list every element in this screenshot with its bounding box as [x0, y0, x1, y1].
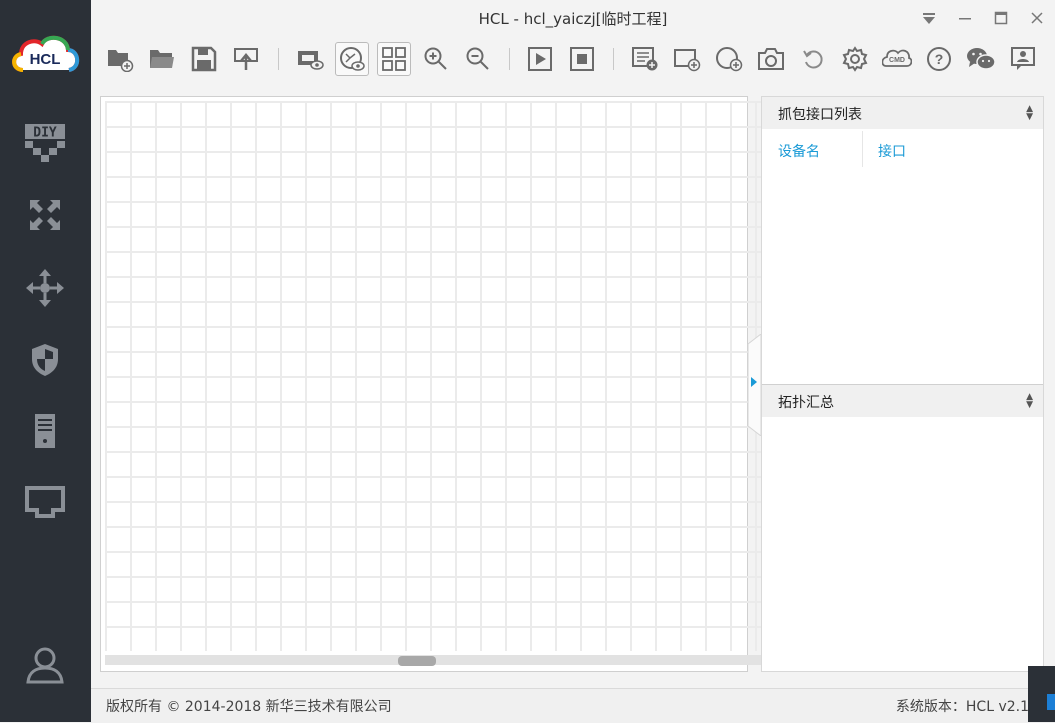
copyright-text: 版权所有 © 2014-2018 新华三技术有限公司	[106, 699, 392, 715]
canvas-grid[interactable]	[105, 101, 833, 651]
panel-collapse-toggle[interactable]	[746, 332, 762, 438]
zoom-out-icon[interactable]	[461, 42, 495, 76]
status-bar: 版权所有 © 2014-2018 新华三技术有限公司 系统版本：HCL v2.1	[91, 688, 1055, 723]
show-topology-icon[interactable]	[335, 42, 369, 76]
help-icon[interactable]: ?	[922, 42, 956, 76]
user-icon[interactable]	[22, 642, 68, 688]
toolbar-separator	[613, 48, 614, 70]
column-device-name[interactable]: 设备名	[778, 141, 820, 161]
save-icon[interactable]	[187, 42, 221, 76]
collapse-arrow-icon[interactable]: ▲ ▼	[1026, 393, 1033, 410]
svg-text:DIY: DIY	[33, 126, 57, 141]
version-text: 系统版本：HCL v2.1	[895, 699, 1029, 715]
topology-summary-title: 拓扑汇总	[778, 395, 834, 411]
zoom-in-icon[interactable]	[419, 42, 453, 76]
open-project-icon[interactable]	[145, 42, 179, 76]
toolbar: CMD ?	[91, 36, 1055, 82]
stop-all-icon[interactable]	[565, 42, 599, 76]
capture-list-icon[interactable]	[628, 42, 662, 76]
firewall-icon[interactable]	[22, 337, 68, 383]
topology-canvas[interactable]	[100, 96, 843, 672]
network-icon[interactable]	[22, 480, 68, 526]
add-rectangle-icon[interactable]	[670, 42, 704, 76]
router-icon[interactable]	[22, 192, 68, 238]
screenshot-icon[interactable]	[754, 42, 788, 76]
toolbar-separator	[509, 48, 510, 70]
add-ellipse-icon[interactable]	[712, 42, 746, 76]
undo-icon[interactable]	[796, 42, 830, 76]
maximize-icon[interactable]	[991, 8, 1011, 28]
window-title: HCL - hcl_yaiczj[临时工程]	[478, 10, 668, 28]
start-all-icon[interactable]	[523, 42, 557, 76]
svg-text:CMD: CMD	[889, 57, 905, 64]
topology-summary-header[interactable]: 拓扑汇总 ▲ ▼	[762, 385, 1043, 417]
export-icon[interactable]	[229, 42, 263, 76]
diy-icon[interactable]: DIY	[22, 120, 68, 166]
svg-text:HCL: HCL	[30, 51, 61, 68]
column-divider	[862, 131, 863, 167]
capture-interface-header[interactable]: 抓包接口列表 ▲ ▼	[762, 97, 1043, 129]
dropdown-icon[interactable]	[919, 8, 939, 28]
column-interface[interactable]: 接口	[878, 141, 906, 161]
minimize-icon[interactable]	[955, 8, 975, 28]
feedback-icon[interactable]	[1006, 42, 1040, 76]
collapse-arrow-icon[interactable]: ▲ ▼	[1026, 105, 1033, 122]
taskbar-indicator	[1047, 694, 1055, 710]
sidebar: HCL DIY	[0, 0, 91, 722]
capture-interface-title: 抓包接口列表	[778, 107, 862, 123]
show-interface-icon[interactable]	[293, 42, 327, 76]
right-panel: 抓包接口列表 ▲ ▼ 设备名 接口 拓扑汇总 ▲ ▼	[761, 96, 1044, 672]
wechat-icon[interactable]	[964, 42, 998, 76]
hcl-logo: HCL	[9, 30, 82, 78]
grid-icon[interactable]	[377, 42, 411, 76]
close-icon[interactable]	[1027, 8, 1047, 28]
svg-text:?: ?	[935, 51, 944, 67]
horizontal-scrollbar[interactable]	[105, 655, 833, 665]
new-project-icon[interactable]	[103, 42, 137, 76]
settings-icon[interactable]	[838, 42, 872, 76]
switch-icon[interactable]	[22, 265, 68, 311]
cmd-icon[interactable]: CMD	[880, 42, 914, 76]
title-bar: HCL - hcl_yaiczj[临时工程]	[91, 0, 1055, 36]
horizontal-scroll-thumb[interactable]	[398, 656, 436, 666]
server-icon[interactable]	[22, 408, 68, 454]
toolbar-separator	[278, 48, 279, 70]
